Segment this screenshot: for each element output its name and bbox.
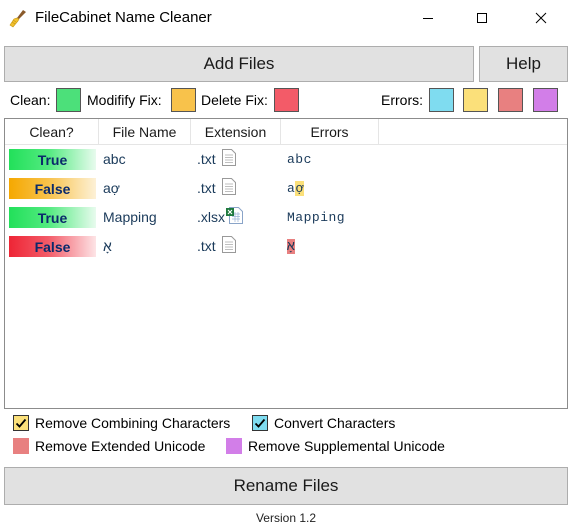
column-header-errors[interactable]: Errors <box>281 119 379 145</box>
extension-cell: .xlsx <box>197 209 225 225</box>
remove-extended-option[interactable]: Remove Extended Unicode <box>13 438 205 454</box>
table-row[interactable]: False aợ .txt aợ <box>5 174 567 203</box>
status-badge: True <box>9 149 96 170</box>
version-label: Version 1.2 <box>255 511 317 525</box>
error-highlight: ợ <box>295 181 304 196</box>
convert-characters-option[interactable]: Convert Characters <box>252 415 395 431</box>
file-name-cell: abc <box>103 151 126 167</box>
remove-combining-label: Remove Combining Characters <box>35 415 231 431</box>
minimize-icon <box>423 18 433 19</box>
table-row[interactable]: True Mapping .xlsx Mapping <box>5 203 567 232</box>
close-icon <box>535 12 547 24</box>
text-file-icon <box>222 236 236 253</box>
error-swatch-red <box>498 88 523 112</box>
extension-cell: .txt <box>197 238 216 254</box>
errors-cell: Mapping <box>287 210 346 225</box>
remove-combining-checkbox[interactable] <box>13 415 29 431</box>
errors-legend-label: Errors: <box>381 92 423 108</box>
error-highlight: אָ <box>287 239 296 254</box>
delete-swatch <box>274 88 299 112</box>
rename-files-button[interactable]: Rename Files <box>4 467 568 505</box>
help-button[interactable]: Help <box>479 46 568 82</box>
table-header: Clean? File Name Extension Errors <box>5 119 567 145</box>
remove-extended-label: Remove Extended Unicode <box>35 438 206 454</box>
checkmark-icon <box>254 418 266 428</box>
error-swatch-yellow <box>463 88 488 112</box>
extension-cell: .txt <box>197 151 216 167</box>
minimize-button[interactable] <box>405 0 451 36</box>
add-files-button[interactable]: Add Files <box>4 46 474 82</box>
table-row[interactable]: True abc .txt abc <box>5 145 567 174</box>
modify-legend-label: Modifify Fix: <box>87 92 162 108</box>
window-title: FileCabinet Name Cleaner <box>35 9 212 26</box>
status-badge: True <box>9 207 96 228</box>
convert-characters-checkbox[interactable] <box>252 415 268 431</box>
remove-supplemental-option[interactable]: Remove Supplemental Unicode <box>226 438 445 454</box>
text-file-icon <box>222 178 236 195</box>
checkmark-icon <box>15 418 27 428</box>
modify-swatch <box>171 88 196 112</box>
close-button[interactable] <box>518 0 564 36</box>
excel-file-icon <box>226 207 243 224</box>
delete-legend-label: Delete Fix: <box>201 92 268 108</box>
file-name-cell: אָ <box>103 238 112 254</box>
errors-cell: abc <box>287 152 312 167</box>
column-header-file-name[interactable]: File Name <box>99 119 191 145</box>
errors-cell: אָ <box>287 239 296 254</box>
extension-cell: .txt <box>197 180 216 196</box>
file-name-cell: aợ <box>103 180 120 196</box>
clean-swatch <box>56 88 81 112</box>
file-name-cell: Mapping <box>103 209 157 225</box>
title-bar: FileCabinet Name Cleaner <box>0 0 572 36</box>
convert-characters-label: Convert Characters <box>274 415 396 431</box>
maximize-button[interactable] <box>459 0 505 36</box>
file-table[interactable]: Clean? File Name Extension Errors True a… <box>4 118 568 409</box>
status-badge: False <box>9 236 96 257</box>
remove-extended-checkbox[interactable] <box>13 438 29 454</box>
error-swatch-purple <box>533 88 558 112</box>
remove-supplemental-checkbox[interactable] <box>226 438 242 454</box>
error-swatch-cyan <box>429 88 454 112</box>
status-badge: False <box>9 178 96 199</box>
broom-icon <box>9 10 26 28</box>
text-file-icon <box>222 149 236 166</box>
column-header-clean[interactable]: Clean? <box>5 119 99 145</box>
table-row[interactable]: False אָ .txt אָ <box>5 232 567 261</box>
errors-cell: aợ <box>287 181 304 196</box>
remove-supplemental-label: Remove Supplemental Unicode <box>248 438 445 454</box>
remove-combining-option[interactable]: Remove Combining Characters <box>13 415 230 431</box>
clean-legend-label: Clean: <box>10 92 51 108</box>
column-header-extension[interactable]: Extension <box>191 119 281 145</box>
maximize-icon <box>477 13 487 23</box>
